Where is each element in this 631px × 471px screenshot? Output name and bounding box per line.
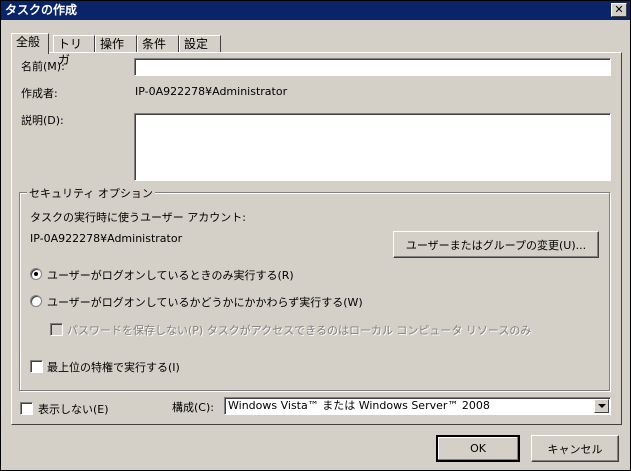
configure-for-label: 構成(C): [172,401,214,414]
description-input[interactable] [134,113,611,181]
author-value: IP-0A922278¥Administrator [135,85,288,98]
no-password-label: パスワードを保存しない(P) タスクがアクセスできるのはローカル コンピュータ … [67,324,532,337]
hidden-checkbox[interactable] [20,402,33,415]
highest-privileges-label[interactable]: 最上位の特権で実行する(I) [47,359,180,375]
no-password-checkbox[interactable] [50,323,63,336]
close-button[interactable]: ✕ [611,3,627,17]
radio-whether-logged-on-label[interactable]: ユーザーがログオンしているかどうかにかかわらず実行する(W) [47,294,363,310]
tab-settings[interactable]: 設定 [179,35,221,53]
radio-whether-logged-on[interactable] [30,295,42,307]
create-task-dialog: タスクの作成 ✕ 全般 トリガ 操作 条件 設定 名前(M): 作成者: IP-… [0,0,631,471]
account-label: タスクの実行時に使うユーザー アカウント: [30,211,246,224]
hidden-label[interactable]: 表示しない(E) [38,401,109,417]
ok-button[interactable]: OK [436,435,520,462]
close-icon: ✕ [614,3,624,16]
name-input[interactable] [134,58,611,76]
author-label: 作成者: [21,87,58,100]
cancel-button[interactable]: キャンセル [531,435,619,462]
tab-general[interactable]: 全般 [11,33,49,54]
radio-logged-on-only[interactable] [30,268,42,280]
security-options-title: セキュリティ オプション [27,185,155,201]
tab-conditions[interactable]: 条件 [137,35,179,53]
chevron-down-icon[interactable] [594,399,609,413]
tab-actions[interactable]: 操作 [95,35,137,53]
window-title: タスクの作成 [5,3,78,17]
tab-triggers[interactable]: トリガ [53,35,95,67]
account-value: IP-0A922278¥Administrator [30,232,183,245]
radio-selected-dot [34,272,38,276]
title-bar: タスクの作成 ✕ [1,1,630,20]
radio-logged-on-only-label[interactable]: ユーザーがログオンしているときのみ実行する(R) [47,267,294,283]
configure-for-select[interactable]: Windows Vista™ または Windows Server™ 2008 [224,397,611,415]
configure-for-value: Windows Vista™ または Windows Server™ 2008 [228,399,490,412]
highest-privileges-checkbox[interactable] [30,360,43,373]
name-label: 名前(M): [21,60,65,73]
description-label: 説明(D): [21,114,64,127]
change-user-group-button[interactable]: ユーザーまたはグループの変更(U)... [393,231,599,258]
